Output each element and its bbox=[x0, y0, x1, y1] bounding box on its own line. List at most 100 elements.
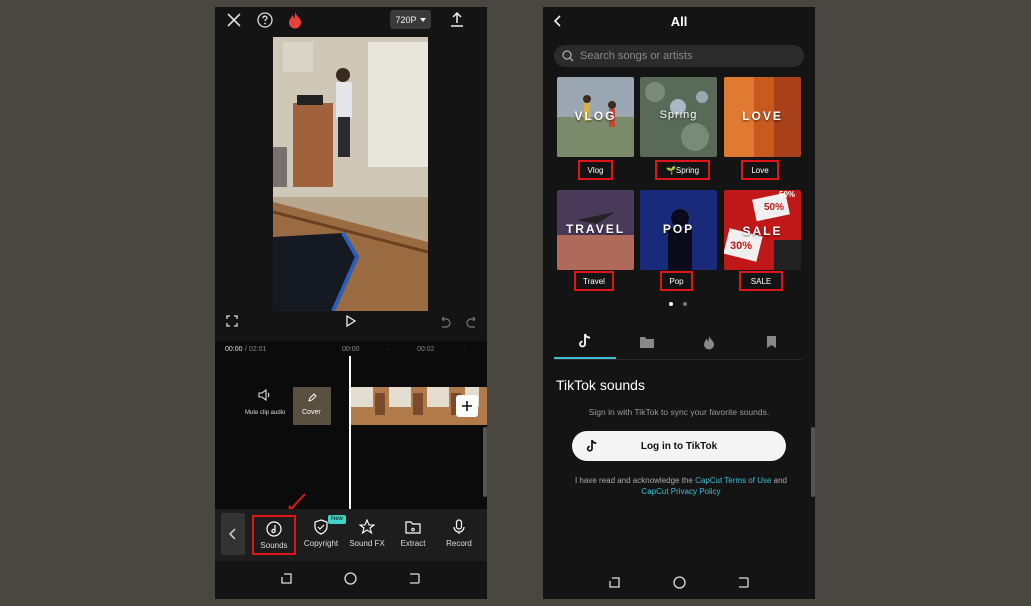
back-nav-icon[interactable] bbox=[736, 575, 750, 589]
copyright-label: Copyright bbox=[303, 539, 339, 548]
fullscreen-icon[interactable] bbox=[224, 313, 240, 329]
back-nav-icon[interactable] bbox=[407, 571, 421, 585]
capcut-sounds-library-screen: All VLOG Spring LOVE Vlog 🌱Spring Love T… bbox=[543, 7, 815, 599]
plus-icon bbox=[462, 401, 472, 411]
flame-icon bbox=[704, 335, 714, 349]
category-label-vlog[interactable]: Vlog bbox=[578, 160, 613, 180]
search-bar[interactable] bbox=[554, 45, 804, 67]
search-icon bbox=[562, 50, 574, 62]
music-note-icon bbox=[266, 521, 282, 537]
recents-icon[interactable] bbox=[279, 571, 293, 585]
category-tile-love[interactable]: LOVE bbox=[724, 77, 801, 157]
sale-tag-text: 50% bbox=[764, 202, 785, 213]
tile-cover-text: SALE bbox=[742, 224, 783, 238]
bookmark-icon bbox=[766, 336, 776, 348]
login-tiktok-button[interactable]: Log in to TikTok bbox=[572, 431, 786, 461]
cover-label: Cover bbox=[302, 409, 321, 416]
chevron-left-icon bbox=[229, 528, 236, 540]
redo-icon[interactable] bbox=[464, 314, 480, 330]
capcut-editor-screen: 720P 00:00 / 02:01 00:00 · 00:02 · Mute … bbox=[215, 7, 487, 599]
resolution-label: 720P bbox=[395, 14, 417, 25]
ruler-dot: · bbox=[463, 346, 466, 353]
category-label-pop[interactable]: Pop bbox=[660, 271, 693, 291]
folder-music-icon bbox=[405, 521, 421, 534]
video-preview[interactable] bbox=[273, 37, 428, 311]
page-indicator-dot-active bbox=[669, 302, 673, 306]
play-icon[interactable] bbox=[343, 313, 359, 329]
login-tiktok-label: Log in to TikTok bbox=[640, 440, 718, 452]
star-music-icon bbox=[359, 519, 375, 535]
recents-icon[interactable] bbox=[607, 575, 621, 589]
record-button[interactable]: Record bbox=[436, 515, 482, 555]
cover-button[interactable]: Cover bbox=[293, 387, 331, 425]
timecode-total: / 02:01 bbox=[245, 346, 267, 353]
record-label: Record bbox=[446, 539, 472, 548]
category-label-spring[interactable]: 🌱Spring bbox=[655, 160, 710, 180]
flame-icon[interactable] bbox=[286, 10, 304, 30]
tiktok-icon bbox=[586, 439, 597, 452]
category-label-love[interactable]: Love bbox=[741, 160, 779, 180]
timecode-current: 00:00 bbox=[225, 346, 243, 353]
page-title: All bbox=[670, 14, 688, 29]
tab-folder[interactable] bbox=[616, 325, 678, 359]
playhead[interactable] bbox=[349, 356, 351, 509]
category-label-travel[interactable]: Travel bbox=[574, 271, 614, 291]
tile-cover-text: LOVE bbox=[742, 109, 783, 123]
back-button[interactable] bbox=[221, 513, 245, 555]
undo-icon[interactable] bbox=[437, 314, 453, 330]
sound-fx-button[interactable]: Sound FX bbox=[344, 515, 390, 555]
category-tile-spring[interactable]: Spring bbox=[640, 77, 717, 157]
tab-tiktok[interactable] bbox=[554, 325, 616, 359]
sale-tag-text: 30% bbox=[730, 240, 753, 252]
sounds-button[interactable]: Sounds bbox=[252, 515, 296, 555]
microphone-icon bbox=[453, 519, 465, 534]
mute-clip-audio-label: Mute clip audio bbox=[245, 410, 286, 416]
tabs-divider bbox=[554, 359, 802, 360]
extract-label: Extract bbox=[400, 539, 426, 548]
timeline-area[interactable] bbox=[215, 341, 487, 511]
tile-cover-text: POP bbox=[662, 222, 695, 236]
pencil-icon bbox=[308, 393, 317, 402]
tiktok-icon bbox=[579, 333, 591, 348]
search-input[interactable] bbox=[580, 50, 790, 62]
add-clip-button[interactable] bbox=[456, 395, 478, 417]
sale-tag-text: 50% bbox=[779, 190, 796, 199]
resolution-dropdown[interactable]: 720P bbox=[390, 10, 431, 29]
chevron-down-icon bbox=[419, 17, 426, 22]
help-icon[interactable] bbox=[256, 11, 274, 29]
legal-notice: I have read and acknowledge the CapCut T… bbox=[571, 475, 791, 497]
sound-source-tabs bbox=[554, 325, 802, 361]
category-tile-travel[interactable]: TRAVEL bbox=[557, 190, 634, 270]
category-tile-pop[interactable]: POP bbox=[640, 190, 717, 270]
page-indicator-dot[interactable] bbox=[683, 302, 687, 306]
ruler-mark: 00:02 bbox=[417, 346, 435, 353]
clip-frame[interactable] bbox=[351, 387, 389, 425]
home-icon[interactable] bbox=[343, 571, 357, 585]
privacy-link[interactable]: CapCut Privacy Policy bbox=[641, 487, 720, 496]
legal-prefix: I have read and acknowledge the bbox=[574, 476, 693, 485]
close-icon[interactable] bbox=[225, 11, 243, 29]
category-tile-sale[interactable]: 50% 50% 30% SALE bbox=[724, 190, 801, 270]
tab-saved[interactable] bbox=[740, 325, 802, 359]
tab-trending[interactable] bbox=[678, 325, 740, 359]
sound-fx-label: Sound FX bbox=[349, 539, 385, 548]
ruler-dot: · bbox=[387, 346, 390, 353]
extract-button[interactable]: Extract bbox=[390, 515, 436, 555]
export-icon[interactable] bbox=[448, 10, 466, 28]
legal-and: and bbox=[773, 476, 788, 485]
shield-check-icon bbox=[314, 519, 328, 535]
tiktok-sync-subtitle: Sign in with TikTok to sync your favorit… bbox=[588, 407, 770, 417]
category-tile-vlog[interactable]: VLOG bbox=[557, 77, 634, 157]
tile-cover-text: Spring bbox=[659, 109, 698, 121]
sounds-label: Sounds bbox=[260, 541, 288, 550]
clip-frame[interactable] bbox=[389, 387, 427, 425]
ruler-mark: 00:00 bbox=[342, 346, 360, 353]
speaker-icon[interactable] bbox=[257, 387, 273, 403]
scroll-handle[interactable] bbox=[811, 427, 815, 497]
home-icon[interactable] bbox=[672, 575, 686, 589]
scroll-handle[interactable] bbox=[483, 427, 487, 497]
terms-link[interactable]: CapCut Terms of Use bbox=[695, 476, 771, 485]
tile-cover-text: VLOG bbox=[574, 109, 617, 123]
category-label-sale[interactable]: SALE bbox=[739, 271, 783, 291]
tiktok-sounds-title: TikTok sounds bbox=[556, 377, 645, 393]
